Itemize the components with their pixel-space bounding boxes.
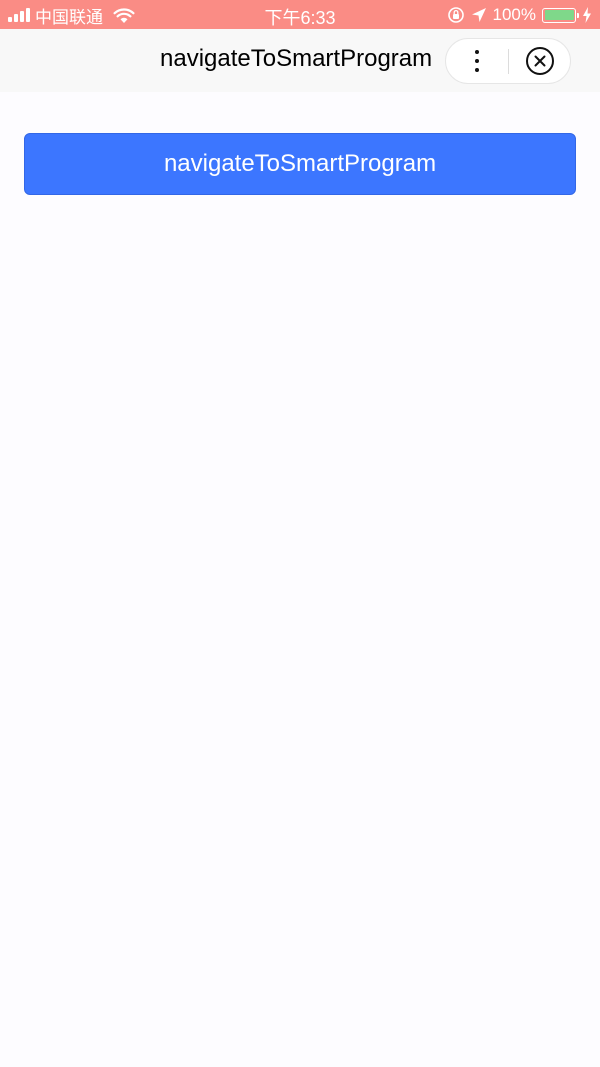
- battery-icon: [542, 7, 579, 23]
- navigation-bar: navigateToSmartProgram: [0, 29, 600, 92]
- navigate-to-smart-program-button[interactable]: navigateToSmartProgram: [24, 133, 576, 195]
- status-right: 100%: [447, 4, 592, 26]
- location-icon: [471, 8, 486, 22]
- more-dots-icon: [475, 50, 479, 72]
- close-button[interactable]: [509, 39, 571, 83]
- battery-percent: 100%: [492, 5, 536, 24]
- orientation-lock-icon: [447, 7, 464, 23]
- status-bar: 中国联通 下午6:33 100%: [0, 0, 600, 29]
- page-title: navigateToSmartProgram: [160, 45, 433, 72]
- close-circle-icon: [526, 47, 554, 75]
- more-button[interactable]: [446, 39, 508, 83]
- charging-icon: [583, 7, 591, 23]
- menu-capsule: [445, 38, 571, 84]
